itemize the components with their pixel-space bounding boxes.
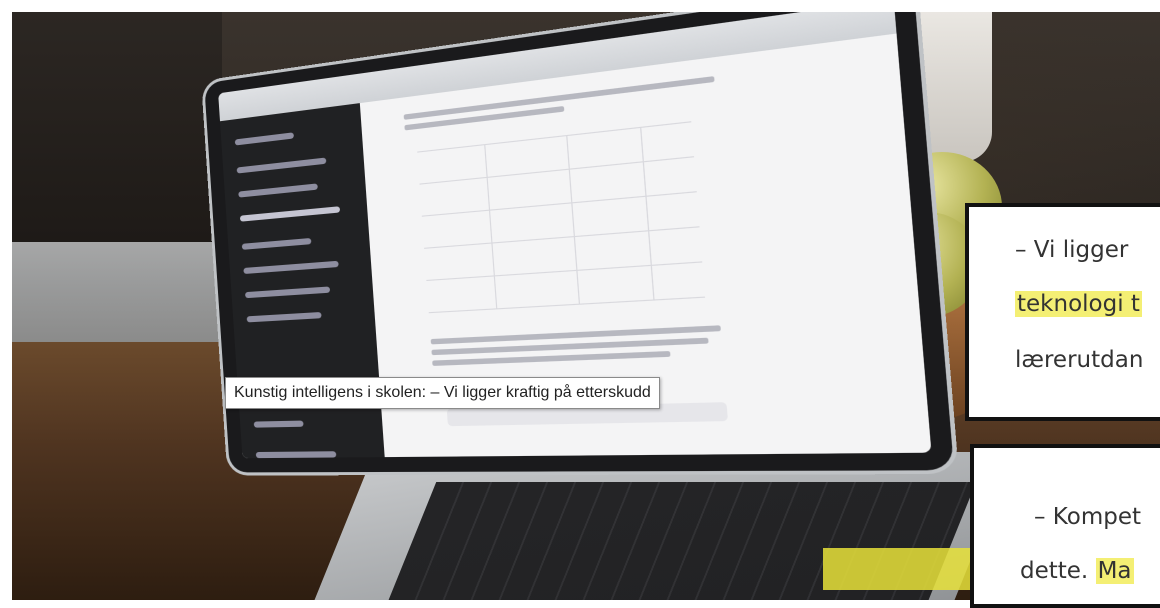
highlighted-text: teknologi t (1015, 291, 1142, 317)
browser-toolbar (218, 12, 897, 122)
excerpt-line-2: dette. Ma (1020, 552, 1134, 590)
article-excerpt-card-bottom: – Kompet dette. Ma (970, 444, 1160, 608)
image-title-tooltip: Kunstig intelligens i skolen: – Vi ligge… (225, 377, 660, 409)
excerpt-line-3: lærerutdan (1015, 347, 1144, 373)
background-wall (12, 12, 222, 242)
highlight-mark (823, 548, 973, 590)
excerpt-line-2: teknologi t (1015, 285, 1142, 323)
excerpt-line-1: – Vi ligger (1015, 237, 1129, 263)
article-excerpt-card-top: – Vi ligger teknologi t lærerutdan (965, 203, 1160, 421)
highlighted-text: Ma (1095, 558, 1134, 584)
excerpt-line-1: – Kompet (1034, 504, 1141, 530)
excerpt-text: dette. (1020, 558, 1096, 584)
